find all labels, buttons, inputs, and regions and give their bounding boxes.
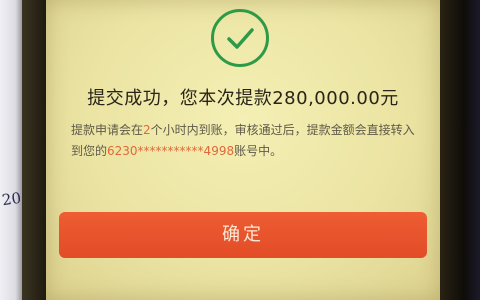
background-paper: 20 [0, 0, 22, 300]
confirm-button[interactable]: 确定 [59, 212, 427, 258]
phone-bezel-right [440, 0, 480, 300]
check-mark-icon [227, 28, 254, 49]
success-check-icon [211, 9, 269, 67]
success-dialog: 提交成功，您本次提款280,000.00元 提款申请会在2个小时内到账，审核通过… [46, 0, 440, 300]
masked-account-number: 6230***********4998 [107, 144, 235, 158]
withdrawal-message: 提款申请会在2个小时内到账，审核通过后，提款金额会直接转入到您的6230****… [71, 120, 421, 162]
paper-scribble: 20 [0, 188, 23, 210]
phone-bezel-left [22, 0, 46, 300]
arrival-hours: 2 [143, 123, 151, 137]
message-text-3: 账号中。 [234, 144, 283, 158]
success-title: 提交成功，您本次提款280,000.00元 [87, 88, 399, 109]
message-text-1: 提款申请会在 [71, 123, 144, 137]
